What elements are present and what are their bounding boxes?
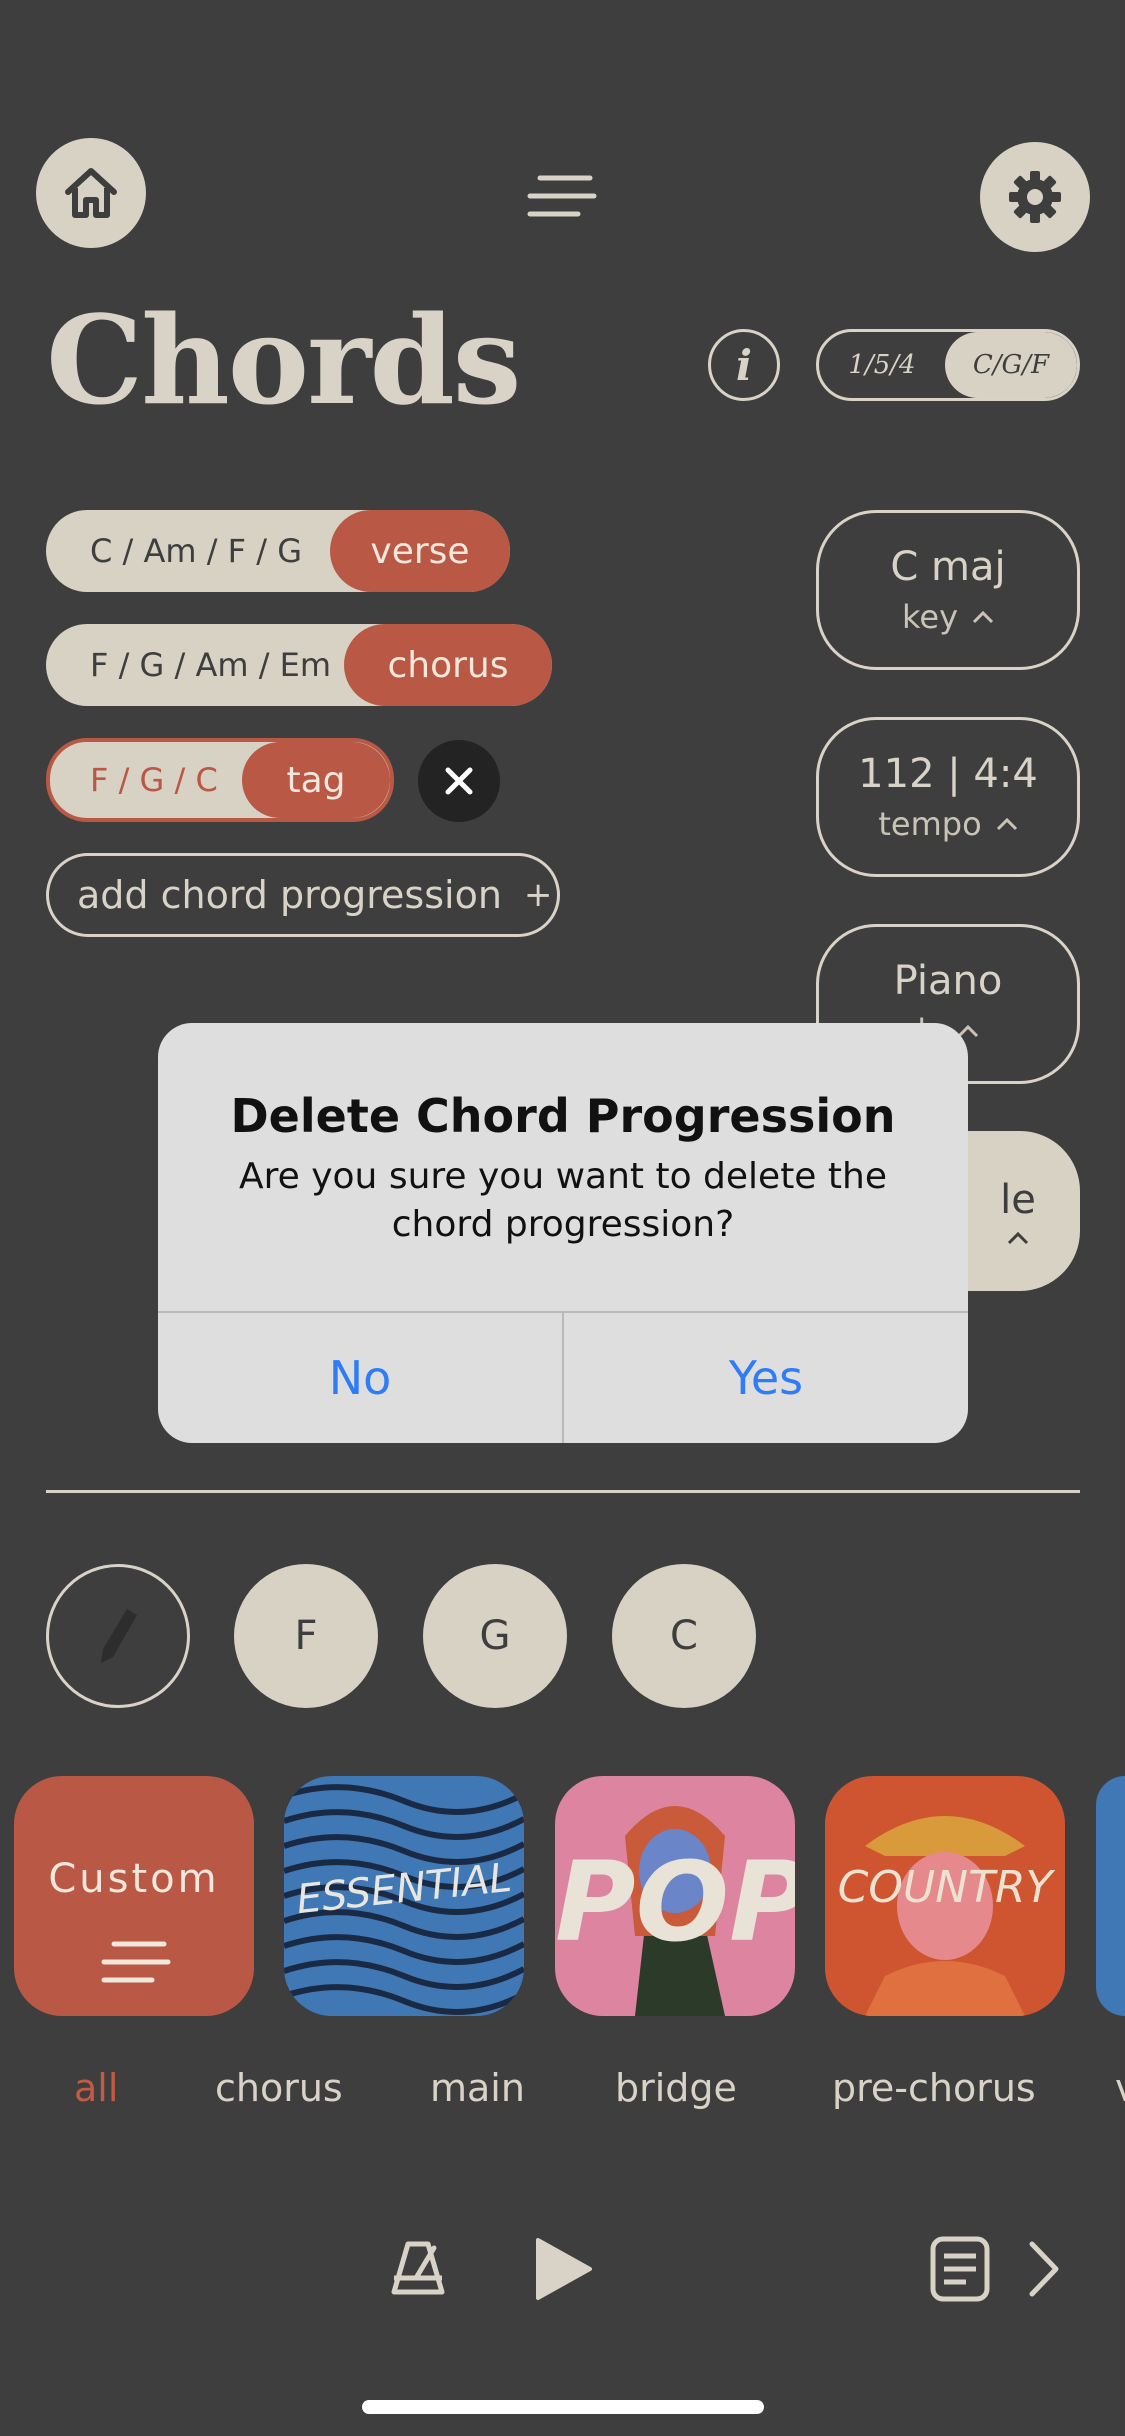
pack-custom[interactable]: Custom — [14, 1776, 254, 2016]
chevron-up-icon — [1007, 1231, 1029, 1245]
category-bridge[interactable]: bridge — [615, 2066, 737, 2110]
info-icon: i — [736, 340, 752, 390]
pack-pop[interactable]: POP — [555, 1776, 795, 2016]
key-selector[interactable]: C maj key — [816, 510, 1080, 670]
instrument-value: Piano — [893, 958, 1003, 1004]
close-icon — [445, 767, 473, 795]
add-progression-button[interactable]: add chord progression + — [46, 853, 560, 937]
divider — [46, 1490, 1080, 1493]
play-button[interactable] — [534, 2236, 594, 2306]
key-label: key — [901, 598, 958, 636]
gear-icon — [1009, 171, 1061, 223]
pack-label: COUNTRY — [837, 1862, 1053, 1913]
tempo-value: 112 | 4:4 — [858, 751, 1038, 797]
dialog-title: Delete Chord Progression — [230, 1089, 896, 1143]
toggle-numbers-option[interactable]: 1/5/4 — [819, 332, 945, 398]
category-partial[interactable]: v — [1115, 2066, 1125, 2110]
chevron-right-icon — [1029, 2241, 1059, 2297]
toggle-letters-option[interactable]: C/G/F — [945, 332, 1077, 398]
play-icon — [536, 2238, 592, 2300]
home-indicator — [362, 2400, 764, 2414]
next-button[interactable] — [1026, 2238, 1062, 2304]
tempo-selector[interactable]: 112 | 4:4 tempo — [816, 717, 1080, 877]
notation-toggle[interactable]: 1/5/4 C/G/F — [816, 329, 1080, 401]
chord-button[interactable]: F — [234, 1564, 378, 1708]
tempo-label: tempo — [878, 805, 982, 843]
progression-tag: chorus — [344, 624, 552, 706]
progression-chords: C / Am / F / G — [90, 532, 302, 570]
page-title: Chords — [46, 288, 521, 432]
progression-row-selected[interactable]: F / G / C tag — [46, 738, 394, 822]
progression-tag: tag — [242, 742, 390, 818]
edit-chords-button[interactable] — [46, 1564, 190, 1708]
dialog-message: Are you sure you want to delete the chor… — [239, 1156, 887, 1245]
info-button[interactable]: i — [708, 329, 780, 401]
pack-essential[interactable]: ESSENTIAL — [284, 1776, 524, 2016]
category-pre-chorus[interactable]: pre-chorus — [832, 2066, 1036, 2110]
delete-confirm-dialog: Delete Chord Progression Are you sure yo… — [158, 1023, 968, 1443]
pack-partial[interactable] — [1096, 1776, 1125, 2016]
pack-country[interactable]: COUNTRY — [825, 1776, 1065, 2016]
no-button[interactable]: No — [158, 1313, 562, 1443]
home-button[interactable] — [36, 138, 146, 248]
chevron-up-icon — [972, 610, 994, 624]
plus-icon: + — [523, 875, 553, 915]
yes-button[interactable]: Yes — [564, 1313, 968, 1443]
pack-label: POP — [555, 1838, 795, 1966]
category-main[interactable]: main — [430, 2066, 525, 2110]
progression-tag: verse — [330, 510, 510, 592]
progression-chords: F / G / Am / Em — [90, 646, 332, 684]
metronome-button[interactable] — [388, 2240, 448, 2300]
key-value: C maj — [890, 544, 1006, 590]
category-all[interactable]: all — [74, 2066, 118, 2110]
menu-icon — [101, 1941, 171, 1983]
pencil-icon — [101, 1609, 137, 1663]
document-icon — [930, 2236, 990, 2302]
menu-icon[interactable] — [526, 174, 598, 220]
pack-label: Custom — [48, 1856, 220, 1902]
add-progression-label: add chord progression — [77, 873, 502, 917]
chord-button[interactable]: C — [612, 1564, 756, 1708]
delete-progression-button[interactable] — [418, 740, 500, 822]
progression-chords: F / G / C — [90, 761, 218, 799]
settings-button[interactable] — [980, 142, 1090, 252]
home-icon — [65, 168, 117, 218]
category-chorus[interactable]: chorus — [215, 2066, 343, 2110]
progression-row[interactable]: F / G / Am / Em chorus — [46, 624, 552, 706]
sheet-button[interactable] — [930, 2236, 990, 2306]
metronome-icon — [391, 2241, 445, 2295]
chevron-up-icon — [996, 817, 1017, 831]
chord-button[interactable]: G — [423, 1564, 567, 1708]
progression-row[interactable]: C / Am / F / G verse — [46, 510, 510, 592]
